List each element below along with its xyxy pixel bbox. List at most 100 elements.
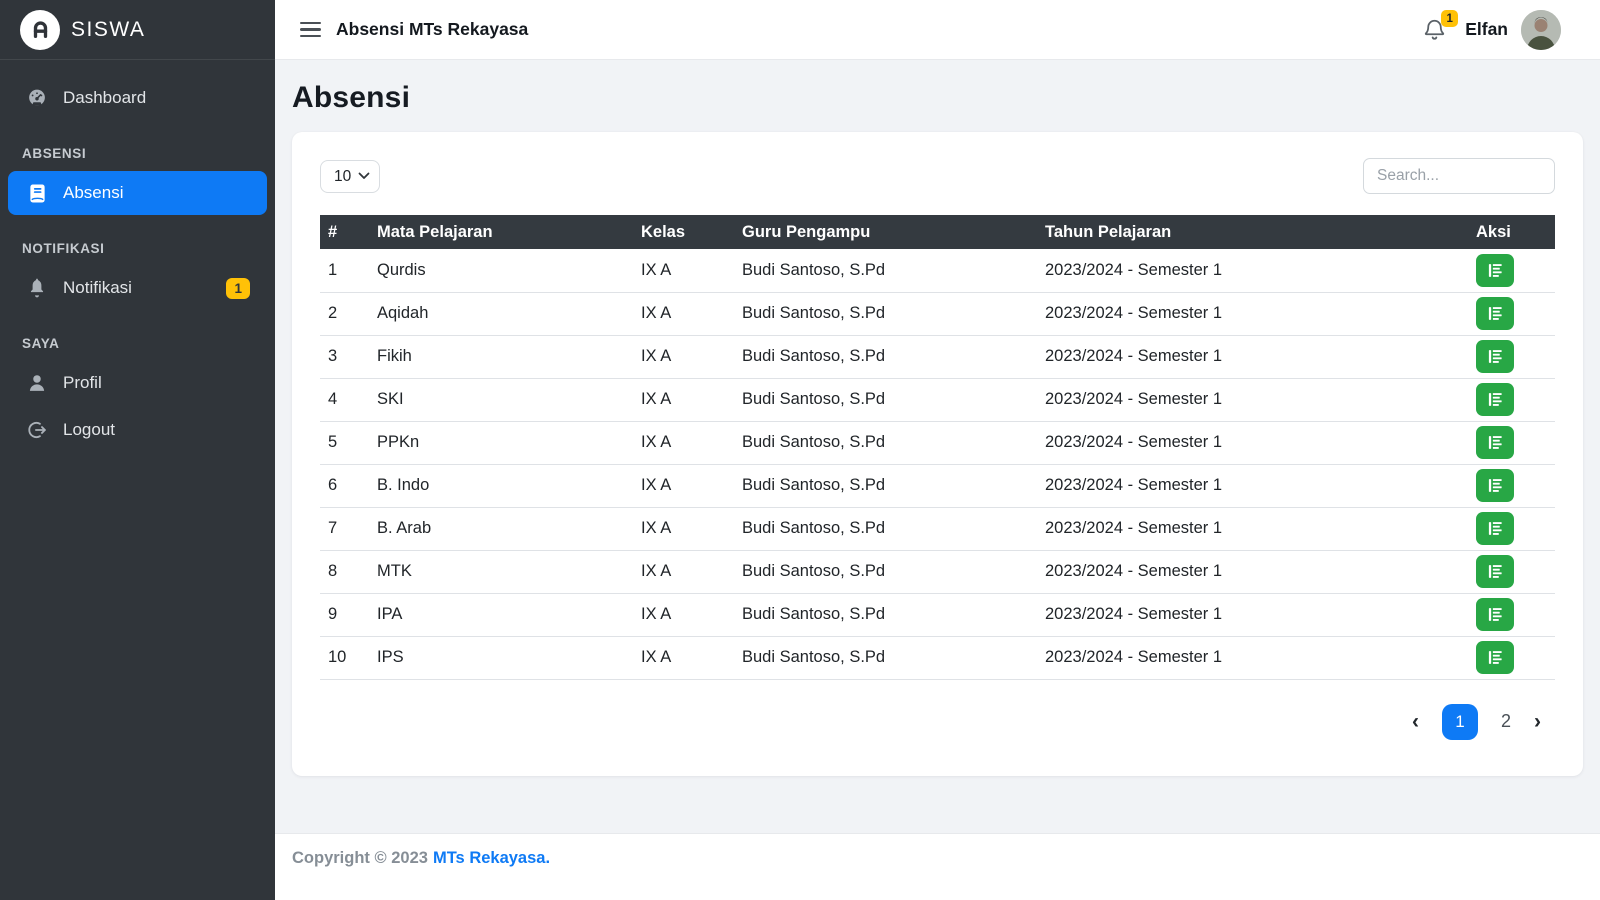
cell-kelas: IX A (633, 421, 734, 464)
pagination-next-button[interactable]: › (1534, 711, 1541, 732)
main-column: Absensi MTs Rekayasa 1 Elfan (275, 0, 1600, 900)
page-content: Absensi 10 (275, 60, 1600, 833)
app-title: Absensi MTs Rekayasa (336, 19, 528, 40)
table-row: 3 Fikih IX A Budi Santoso, S.Pd 2023/202… (320, 335, 1555, 378)
cell-mata-pelajaran: Qurdis (369, 249, 633, 292)
attendance-detail-button[interactable] (1476, 383, 1514, 416)
column-header-guru-pengampu: Guru Pengampu (734, 215, 1037, 249)
cell-tahun-pelajaran: 2023/2024 - Semester 1 (1037, 550, 1468, 593)
attendance-list-icon (1487, 434, 1504, 451)
hamburger-icon (300, 22, 321, 25)
cell-tahun-pelajaran: 2023/2024 - Semester 1 (1037, 464, 1468, 507)
cell-kelas: IX A (633, 249, 734, 292)
cell-tahun-pelajaran: 2023/2024 - Semester 1 (1037, 636, 1468, 679)
footer: Copyright © 2023 MTs Rekayasa. (275, 833, 1600, 900)
sidebar-item-profil[interactable]: Profil (0, 361, 275, 405)
book-icon (25, 183, 49, 204)
attendance-list-icon (1487, 606, 1504, 623)
table-row: 6 B. Indo IX A Budi Santoso, S.Pd 2023/2… (320, 464, 1555, 507)
cell-kelas: IX A (633, 550, 734, 593)
cell-guru-pengampu: Budi Santoso, S.Pd (734, 249, 1037, 292)
topbar-right: 1 Elfan (1422, 10, 1561, 50)
cell-no: 5 (320, 421, 369, 464)
attendance-detail-button[interactable] (1476, 297, 1514, 330)
cell-guru-pengampu: Budi Santoso, S.Pd (734, 636, 1037, 679)
pagination-prev-button[interactable]: ‹ (1412, 711, 1419, 732)
cell-guru-pengampu: Budi Santoso, S.Pd (734, 421, 1037, 464)
attendance-list-icon (1487, 262, 1504, 279)
notifications-button[interactable]: 1 (1422, 17, 1447, 42)
sidebar-item-dashboard[interactable]: Dashboard (0, 76, 275, 120)
notification-count-badge: 1 (1441, 10, 1458, 27)
attendance-detail-button[interactable] (1476, 641, 1514, 674)
table-row: 8 MTK IX A Budi Santoso, S.Pd 2023/2024 … (320, 550, 1555, 593)
cell-kelas: IX A (633, 464, 734, 507)
attendance-list-icon (1487, 348, 1504, 365)
sidebar-section-notifikasi: NOTIFIKASI (0, 241, 275, 256)
sidebar-nav: Dashboard ABSENSI Absensi NOTIFIKASI (0, 60, 275, 455)
table-row: 2 Aqidah IX A Budi Santoso, S.Pd 2023/20… (320, 292, 1555, 335)
column-header-no: # (320, 215, 369, 249)
cell-aksi (1468, 378, 1555, 421)
cell-no: 3 (320, 335, 369, 378)
cell-tahun-pelajaran: 2023/2024 - Semester 1 (1037, 593, 1468, 636)
table-header-row: # Mata Pelajaran Kelas Guru Pengampu Tah… (320, 215, 1555, 249)
attendance-list-icon (1487, 391, 1504, 408)
table-row: 9 IPA IX A Budi Santoso, S.Pd 2023/2024 … (320, 593, 1555, 636)
table-row: 7 B. Arab IX A Budi Santoso, S.Pd 2023/2… (320, 507, 1555, 550)
search-input[interactable] (1363, 158, 1555, 194)
attendance-detail-button[interactable] (1476, 254, 1514, 287)
cell-kelas: IX A (633, 378, 734, 421)
app-logo-text: SISWA (71, 18, 145, 42)
sidebar-item-label: Profil (63, 373, 102, 393)
cell-guru-pengampu: Budi Santoso, S.Pd (734, 292, 1037, 335)
sidebar-item-absensi[interactable]: Absensi (8, 171, 267, 215)
cell-kelas: IX A (633, 292, 734, 335)
sidebar-brand[interactable]: SISWA (0, 0, 275, 60)
pagination-page-1[interactable]: 1 (1442, 704, 1478, 740)
column-header-tahun-pelajaran: Tahun Pelajaran (1037, 215, 1468, 249)
cell-tahun-pelajaran: 2023/2024 - Semester 1 (1037, 249, 1468, 292)
cell-mata-pelajaran: Aqidah (369, 292, 633, 335)
cell-guru-pengampu: Budi Santoso, S.Pd (734, 464, 1037, 507)
sidebar-item-notifikasi[interactable]: Notifikasi 1 (0, 266, 275, 310)
page-size-select-wrap: 10 (320, 160, 380, 193)
attendance-detail-button[interactable] (1476, 426, 1514, 459)
pagination-page-2[interactable]: 2 (1501, 711, 1511, 732)
attendance-detail-button[interactable] (1476, 598, 1514, 631)
attendance-detail-button[interactable] (1476, 555, 1514, 588)
cell-guru-pengampu: Budi Santoso, S.Pd (734, 507, 1037, 550)
sidebar-item-label: Absensi (63, 183, 123, 203)
attendance-detail-button[interactable] (1476, 512, 1514, 545)
table-row: 4 SKI IX A Budi Santoso, S.Pd 2023/2024 … (320, 378, 1555, 421)
user-avatar[interactable] (1521, 10, 1561, 50)
cell-kelas: IX A (633, 507, 734, 550)
table-row: 1 Qurdis IX A Budi Santoso, S.Pd 2023/20… (320, 249, 1555, 292)
footer-copyright: Copyright © 2023 (292, 849, 428, 867)
cell-mata-pelajaran: MTK (369, 550, 633, 593)
footer-brand-link[interactable]: MTs Rekayasa. (433, 849, 550, 867)
cell-tahun-pelajaran: 2023/2024 - Semester 1 (1037, 378, 1468, 421)
cell-mata-pelajaran: SKI (369, 378, 633, 421)
sidebar-item-logout[interactable]: Logout (0, 408, 275, 452)
cell-mata-pelajaran: PPKn (369, 421, 633, 464)
cell-guru-pengampu: Budi Santoso, S.Pd (734, 335, 1037, 378)
pagination: ‹ 1 2 › (320, 704, 1555, 740)
cell-tahun-pelajaran: 2023/2024 - Semester 1 (1037, 507, 1468, 550)
sidebar-section-absensi: ABSENSI (0, 146, 275, 161)
attendance-detail-button[interactable] (1476, 340, 1514, 373)
attendance-list-icon (1487, 563, 1504, 580)
attendance-list-icon (1487, 520, 1504, 537)
sidebar: SISWA Dashboard ABSENSI (0, 0, 275, 900)
sidebar-item-label: Notifikasi (63, 278, 132, 298)
user-name: Elfan (1465, 19, 1508, 40)
gauge-icon (25, 87, 49, 109)
cell-tahun-pelajaran: 2023/2024 - Semester 1 (1037, 335, 1468, 378)
cell-no: 2 (320, 292, 369, 335)
attendance-list-icon (1487, 477, 1504, 494)
page-size-select[interactable]: 10 (320, 160, 380, 193)
cell-aksi (1468, 464, 1555, 507)
sidebar-toggle-button[interactable] (300, 18, 321, 42)
cell-no: 6 (320, 464, 369, 507)
attendance-detail-button[interactable] (1476, 469, 1514, 502)
